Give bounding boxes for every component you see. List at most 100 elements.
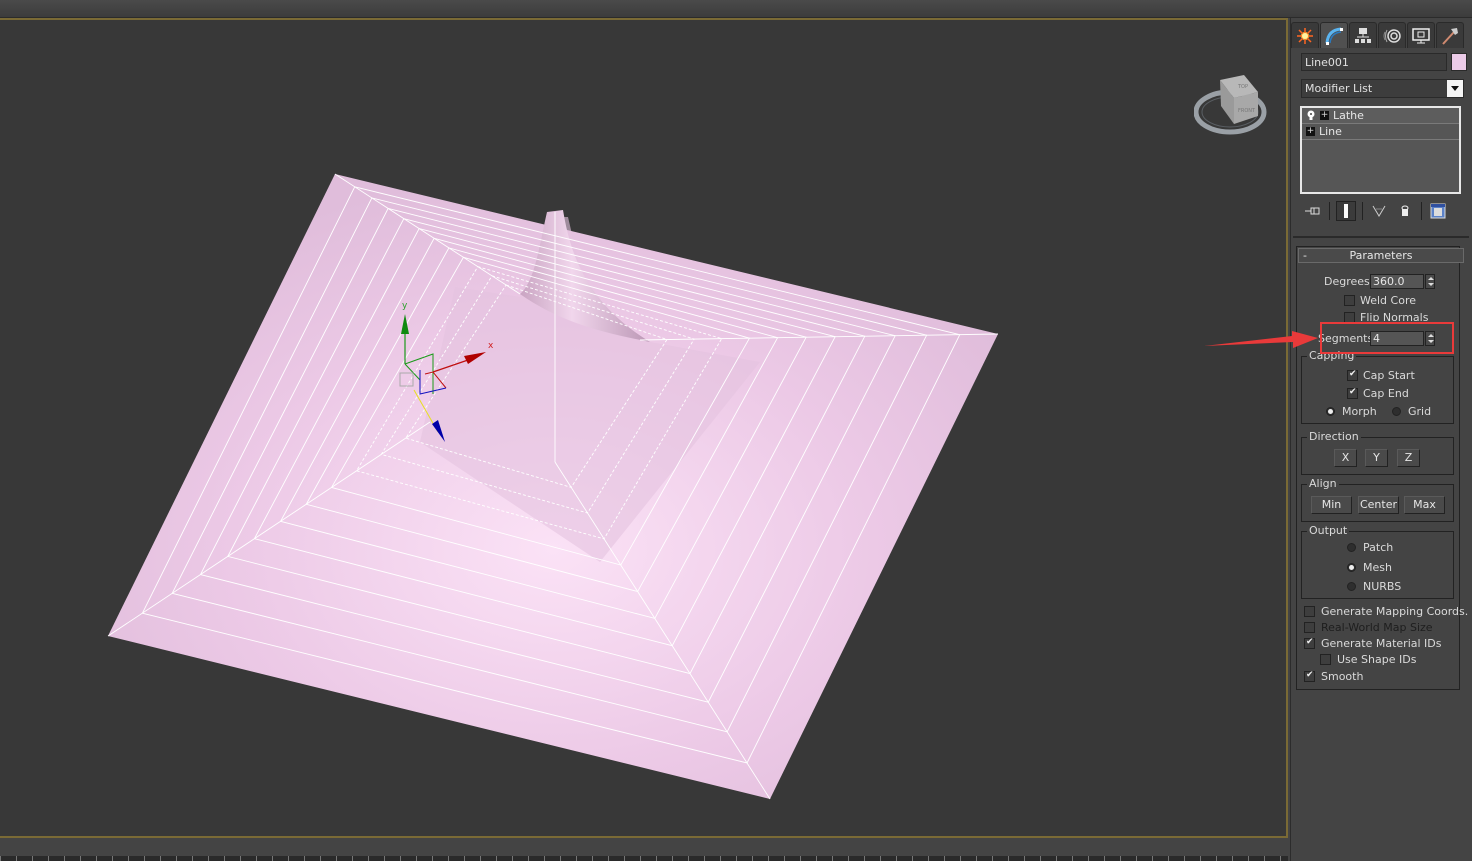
tab-utilities[interactable]	[1436, 22, 1464, 48]
timeline-tick	[864, 856, 865, 861]
timeline-tick	[592, 856, 593, 861]
timeline-tick	[400, 856, 401, 861]
x-axis-label: x	[488, 341, 494, 351]
time-slider-track[interactable]	[0, 856, 1288, 861]
cap-start-checkbox[interactable]	[1347, 369, 1358, 381]
real-world-map-size-checkbox[interactable]	[1304, 622, 1315, 633]
morph-radio[interactable]	[1326, 407, 1335, 416]
pin-stack-button[interactable]	[1303, 201, 1323, 221]
timeline-tick	[720, 856, 721, 861]
configure-modifier-sets-button[interactable]	[1428, 201, 1448, 221]
degrees-spinner[interactable]	[1425, 274, 1435, 289]
show-end-result-button[interactable]	[1336, 201, 1356, 221]
timeline-tick	[704, 856, 705, 861]
timeline-tick	[1216, 856, 1217, 861]
make-unique-button[interactable]	[1369, 201, 1389, 221]
object-color-swatch[interactable]	[1451, 53, 1467, 71]
timeline-tick	[304, 856, 305, 861]
make-unique-icon	[1372, 205, 1386, 217]
timeline-tick	[416, 856, 417, 861]
timeline-tick	[624, 856, 625, 861]
modifier-list-dropdown[interactable]: Modifier List	[1301, 79, 1464, 98]
timeline-tick	[1152, 856, 1153, 861]
degrees-input[interactable]: 360.0	[1370, 274, 1424, 289]
timeline-tick	[1008, 856, 1009, 861]
timeline-tick	[32, 856, 33, 861]
output-nurbs-radio[interactable]	[1347, 582, 1356, 591]
timeline-tick	[192, 856, 193, 861]
create-star-icon	[1297, 27, 1313, 44]
lathe-mesh-object[interactable]	[0, 20, 1286, 838]
timeline-tick	[1264, 856, 1265, 861]
timeline-tick	[368, 856, 369, 861]
expand-icon[interactable]: +	[1320, 111, 1329, 120]
timeline-tick	[800, 856, 801, 861]
timeline-tick	[496, 856, 497, 861]
remove-modifier-button[interactable]	[1395, 201, 1415, 221]
stack-item-label: Lathe	[1333, 109, 1364, 122]
weld-core-checkbox[interactable]	[1344, 295, 1355, 306]
panel-divider	[1293, 236, 1469, 238]
timeline-tick	[464, 856, 465, 861]
timeline-tick	[544, 856, 545, 861]
timeline-tick	[512, 856, 513, 861]
modify-arc-icon	[1325, 27, 1343, 45]
tab-hierarchy[interactable]	[1349, 22, 1377, 48]
timeline-tick	[0, 856, 1, 861]
generate-material-ids-checkbox[interactable]	[1304, 637, 1315, 649]
stack-item-lathe[interactable]: + Lathe	[1302, 108, 1459, 124]
timeline-tick	[928, 856, 929, 861]
smooth-checkbox[interactable]	[1304, 670, 1315, 682]
direction-y-button[interactable]: Y	[1365, 449, 1388, 467]
timeline-tick	[224, 856, 225, 861]
output-title: Output	[1307, 524, 1350, 537]
chevron-down-icon[interactable]	[1447, 80, 1463, 97]
viewcube[interactable]: TOP FRONT	[1194, 72, 1268, 138]
timeline-tick	[112, 856, 113, 861]
z-axis-arrow-icon	[432, 420, 445, 442]
stack-item-line[interactable]: + Line	[1302, 124, 1459, 140]
direction-z-button[interactable]: Z	[1397, 449, 1420, 467]
output-patch-radio[interactable]	[1347, 543, 1356, 552]
cap-end-label: Cap End	[1363, 387, 1409, 400]
timeline-tick	[528, 856, 529, 861]
motion-icon	[1383, 28, 1401, 43]
align-min-button[interactable]: Min	[1311, 496, 1352, 514]
timeline-tick	[432, 856, 433, 861]
modifier-stack[interactable]: + Lathe + Line	[1300, 106, 1461, 194]
generate-mapping-coords-label: Generate Mapping Coords.	[1321, 605, 1469, 618]
timeline-tick	[1136, 856, 1137, 861]
tab-display[interactable]	[1407, 22, 1435, 48]
timeline-tick	[656, 856, 657, 861]
segments-highlight-box	[1320, 322, 1454, 354]
timeline-tick	[896, 856, 897, 861]
timeline-tick	[448, 856, 449, 861]
output-patch-label: Patch	[1363, 541, 1394, 554]
timeline-tick	[16, 856, 17, 861]
generate-mapping-coords-checkbox[interactable]	[1304, 606, 1315, 617]
direction-x-button[interactable]: X	[1334, 449, 1357, 467]
lightbulb-icon[interactable]	[1306, 110, 1316, 121]
timeline-tick	[272, 856, 273, 861]
timeline-tick	[1040, 856, 1041, 861]
use-shape-ids-checkbox[interactable]	[1320, 654, 1331, 665]
transform-gizmo[interactable]: y x z	[380, 292, 510, 442]
annotation-arrow-icon	[1204, 331, 1318, 348]
tab-modify[interactable]	[1320, 22, 1348, 48]
tab-motion[interactable]	[1378, 22, 1406, 48]
rollout-title: Parameters	[1349, 249, 1413, 262]
parameters-rollout-header[interactable]: - Parameters	[1298, 248, 1464, 263]
cap-end-checkbox[interactable]	[1347, 387, 1358, 399]
grid-radio[interactable]	[1392, 407, 1401, 416]
timeline-tick	[688, 856, 689, 861]
expand-icon[interactable]: +	[1306, 127, 1315, 136]
align-max-button[interactable]: Max	[1404, 496, 1445, 514]
output-mesh-radio[interactable]	[1347, 563, 1356, 572]
align-center-button[interactable]: Center	[1358, 496, 1399, 514]
perspective-viewport[interactable]: y x z TOP FRONT	[0, 18, 1288, 838]
object-name-field[interactable]: Line001	[1301, 53, 1447, 71]
collapse-icon[interactable]: -	[1303, 249, 1307, 262]
timeline-tick	[336, 856, 337, 861]
timeline-tick	[208, 856, 209, 861]
tab-create[interactable]	[1291, 22, 1319, 48]
